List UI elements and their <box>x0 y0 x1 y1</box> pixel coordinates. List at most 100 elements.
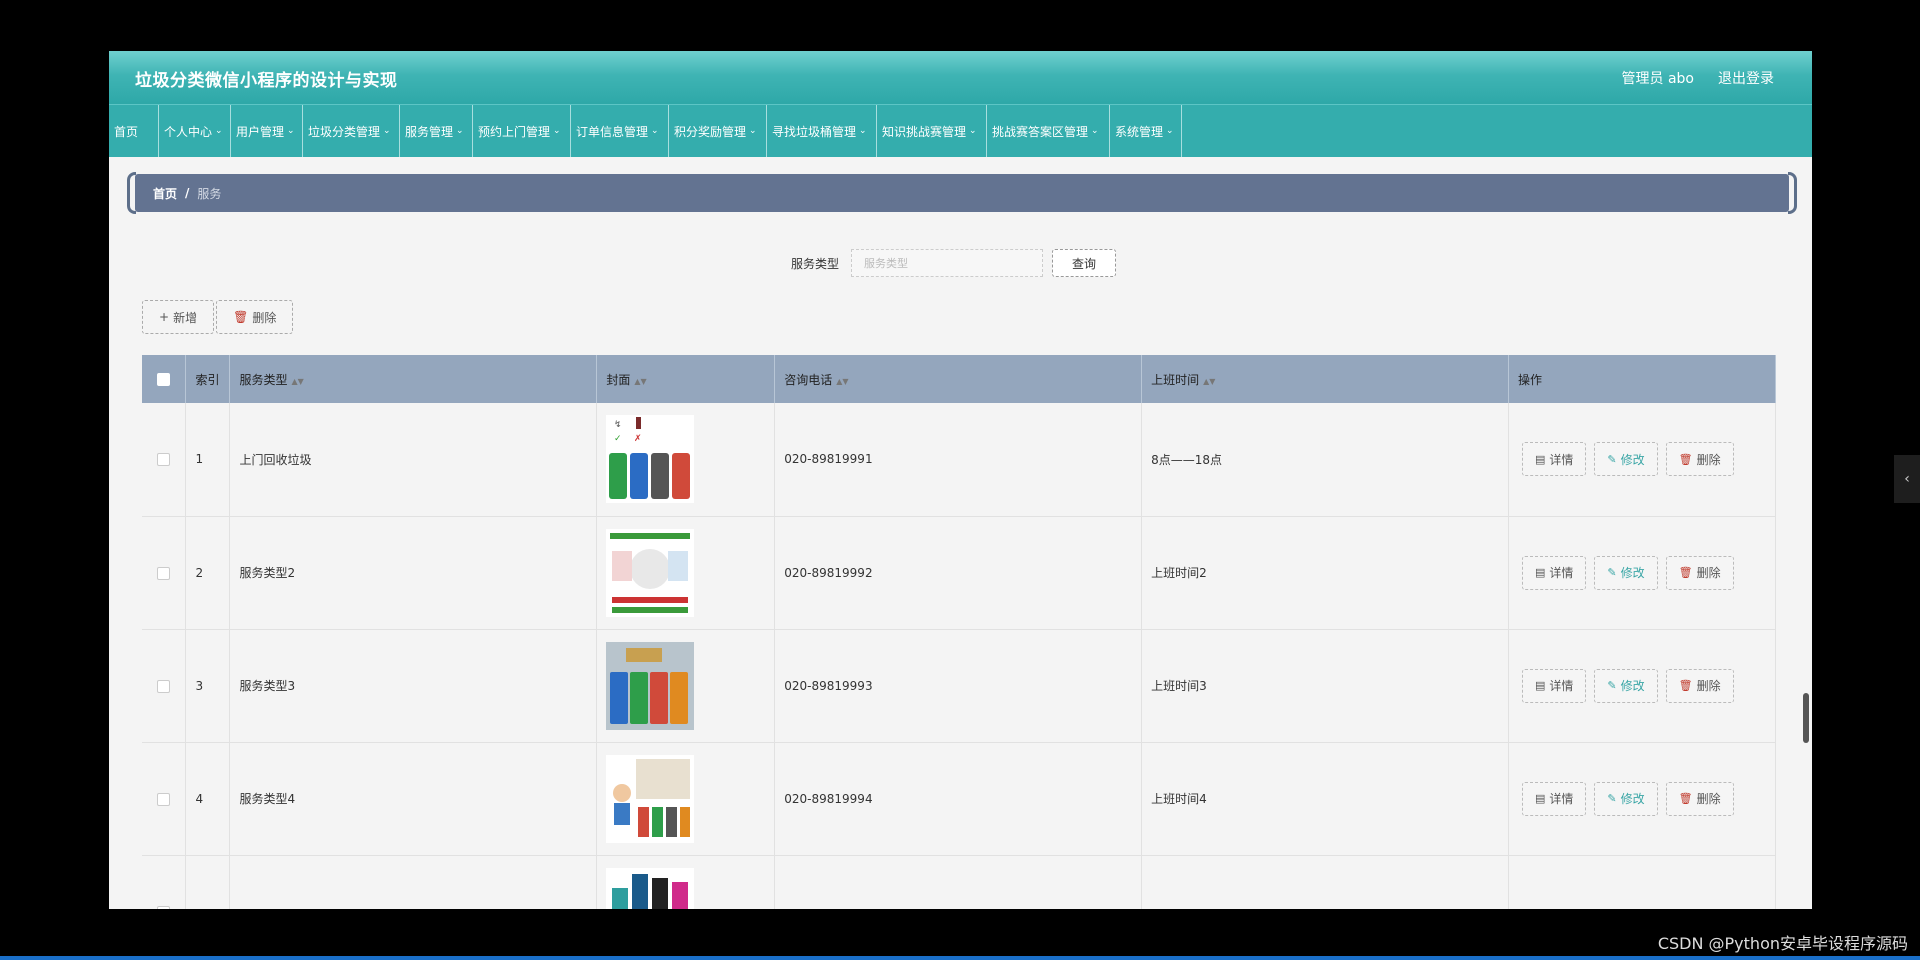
edit-button[interactable]: ✎ 修改 <box>1594 555 1658 590</box>
pencil-icon: ✎ <box>1607 792 1617 805</box>
app-header: 垃圾分类微信小程序的设计与实现 管理员 abo 退出登录 <box>109 51 1812 104</box>
table-header-row: 索引 服务类型 ▲▼ 封面 ▲▼ 咨询电话 ▲▼ 上班时间 ▲▼ 操作 <box>142 355 1777 403</box>
watermark: CSDN @Python安卓毕设程序源码 <box>1657 934 1908 953</box>
service-table: 索引 服务类型 ▲▼ 封面 ▲▼ 咨询电话 ▲▼ 上班时间 ▲▼ 操作 1 上门回收垃圾… <box>142 355 1777 909</box>
app-title: 垃圾分类微信小程序的设计与实现 <box>135 71 398 91</box>
col-index: 索引 <box>185 355 231 403</box>
row-checkbox[interactable] <box>157 566 171 580</box>
cell-hours: 8点——18点 <box>1141 403 1509 516</box>
trash-icon: 🗑 <box>1678 452 1693 466</box>
row-checkbox[interactable] <box>157 679 171 693</box>
nav-item-find-bin-mgmt[interactable]: 寻找垃圾桶管理 ⌄ <box>767 105 877 157</box>
cover-image: ↯ ✓ ✗ <box>606 415 695 504</box>
document-icon: ▤ <box>1534 566 1546 579</box>
nav-item-quiz-challenge-mgmt[interactable]: 知识挑战赛管理 ⌄ <box>877 105 987 157</box>
search-label: 服务类型 <box>791 256 840 271</box>
cell-index: 4 <box>185 742 231 855</box>
delete-button[interactable]: 🗑 删除 <box>1665 668 1734 703</box>
nav-item-challenge-answer-mgmt[interactable]: 挑战赛答案区管理 ⌄ <box>987 105 1110 157</box>
col-service-type[interactable]: 服务类型 ▲▼ <box>229 355 598 403</box>
cell-phone: 020-89819994 <box>774 742 1143 855</box>
svg-text:✓: ✓ <box>614 434 622 444</box>
nav-item-personal-center[interactable]: 个人中心 ⌄ <box>159 105 231 157</box>
chevron-down-icon: ⌄ <box>456 126 464 136</box>
nav-item-order-mgmt[interactable]: 订单信息管理 ⌄ <box>571 105 669 157</box>
trash-icon: 🗑 <box>1678 792 1693 805</box>
document-icon: ▤ <box>1534 679 1546 692</box>
cell-service-type: 服务类型2 <box>229 516 598 629</box>
batch-delete-button[interactable]: 🗑 删除 <box>216 300 294 334</box>
col-hours[interactable]: 上班时间 ▲▼ <box>1141 355 1509 403</box>
breadcrumb: 首页 / 服务 <box>127 172 1797 214</box>
row-actions: ▤ 详情 ✎ 修改 🗑 删除 <box>1518 555 1775 590</box>
cell-index: 3 <box>185 629 231 742</box>
detail-button[interactable]: ▤ 详情 <box>1521 442 1587 477</box>
table-row <box>142 855 1777 909</box>
nav-item-system-mgmt[interactable]: 系统管理 ⌄ <box>1110 105 1182 157</box>
edit-button[interactable]: ✎ 修改 <box>1594 442 1658 477</box>
cell-hours: 上班时间2 <box>1141 516 1509 629</box>
chevron-down-icon: ⌄ <box>651 126 659 136</box>
col-phone[interactable]: 咨询电话 ▲▼ <box>774 355 1143 403</box>
sort-icon[interactable]: ▲▼ <box>634 377 646 386</box>
cell-hours: 上班时间3 <box>1141 629 1509 742</box>
document-icon: ▤ <box>1534 452 1546 466</box>
trash-icon: 🗑 <box>1678 566 1693 579</box>
delete-button[interactable]: 🗑 删除 <box>1665 555 1734 590</box>
svg-text:↯: ↯ <box>614 420 622 430</box>
nav-item-appointment-mgmt[interactable]: 预约上门管理 ⌄ <box>473 105 571 157</box>
edit-button[interactable]: ✎ 修改 <box>1594 781 1658 816</box>
sort-icon[interactable]: ▲▼ <box>291 377 303 386</box>
detail-button[interactable]: ▤ 详情 <box>1521 668 1587 703</box>
nav-item-garbage-category-mgmt[interactable]: 垃圾分类管理 ⌄ <box>303 105 400 157</box>
chevron-down-icon: ⌄ <box>859 126 867 136</box>
row-checkbox[interactable] <box>157 792 171 806</box>
progress-bar <box>0 956 1920 960</box>
edit-button[interactable]: ✎ 修改 <box>1594 668 1658 703</box>
detail-button[interactable]: ▤ 详情 <box>1521 555 1587 590</box>
breadcrumb-separator: / <box>185 186 190 200</box>
col-operations: 操作 <box>1508 355 1777 403</box>
sort-icon[interactable]: ▲▼ <box>1203 377 1215 386</box>
chevron-down-icon: ⌄ <box>553 126 561 136</box>
query-button[interactable]: 查询 <box>1052 249 1117 277</box>
trash-icon: 🗑 <box>1678 679 1693 692</box>
row-checkbox[interactable] <box>157 905 171 909</box>
delete-button[interactable]: 🗑 删除 <box>1665 781 1734 816</box>
cell-service-type: 服务类型4 <box>229 742 598 855</box>
table-row: 1 上门回收垃圾 ↯ ✓ ✗ 020-89819991 8点——18点 ▤详情 <box>142 403 1777 516</box>
admin-window: 垃圾分类微信小程序的设计与实现 管理员 abo 退出登录 首页 个人中心 ⌄ 用户… <box>109 51 1812 909</box>
chevron-down-icon: ⌄ <box>1091 126 1099 136</box>
nav-item-home[interactable]: 首页 <box>109 105 159 157</box>
nav-item-user-mgmt[interactable]: 用户管理 ⌄ <box>231 105 303 157</box>
nav-item-service-mgmt[interactable]: 服务管理 ⌄ <box>400 105 473 157</box>
breadcrumb-home[interactable]: 首页 <box>153 185 177 202</box>
chevron-down-icon: ⌄ <box>749 126 757 136</box>
collapse-panel-button[interactable]: ‹ <box>1894 455 1920 503</box>
row-actions: ▤ 详情 ✎ 修改 🗑 删除 <box>1518 442 1775 477</box>
table-row: 2 服务类型2 020-89819992 上班时间2 ▤ 详情 ✎ 修改 🗑 删… <box>142 516 1777 629</box>
nav-item-points-reward-mgmt[interactable]: 积分奖励管理 ⌄ <box>669 105 767 157</box>
chevron-down-icon: ⌄ <box>1166 126 1174 136</box>
trash-icon: 🗑 <box>233 310 249 324</box>
delete-button[interactable]: 🗑 删除 <box>1665 442 1734 477</box>
service-type-search-input[interactable] <box>851 249 1044 277</box>
row-actions: ▤ 详情 ✎ 修改 🗑 删除 <box>1518 781 1775 816</box>
vertical-scrollbar[interactable] <box>1803 693 1809 743</box>
pencil-icon: ✎ <box>1607 566 1617 579</box>
col-cover[interactable]: 封面 ▲▼ <box>596 355 776 403</box>
table-toolbar: + 新增 🗑 删除 <box>142 300 294 334</box>
cover-image <box>606 754 695 843</box>
detail-button[interactable]: ▤ 详情 <box>1521 781 1587 816</box>
cover-image <box>606 641 695 730</box>
row-checkbox[interactable] <box>157 453 171 467</box>
row-actions: ▤ 详情 ✎ 修改 🗑 删除 <box>1518 668 1775 703</box>
select-all-checkbox[interactable] <box>157 373 171 386</box>
sort-icon[interactable]: ▲▼ <box>836 377 848 386</box>
logout-link[interactable]: 退出登录 <box>1718 68 1774 88</box>
plus-icon: + <box>159 310 170 324</box>
add-button[interactable]: + 新增 <box>142 300 215 334</box>
table-row: 4 服务类型4 020-89819994 上班时间4 ▤ 详情 ✎ 修改 🗑 删… <box>142 742 1777 855</box>
table-row: 3 服务类型3 020-89819993 上班时间3 ▤ 详情 ✎ 修改 🗑 删… <box>142 629 1777 742</box>
cell-index: 1 <box>185 403 231 516</box>
